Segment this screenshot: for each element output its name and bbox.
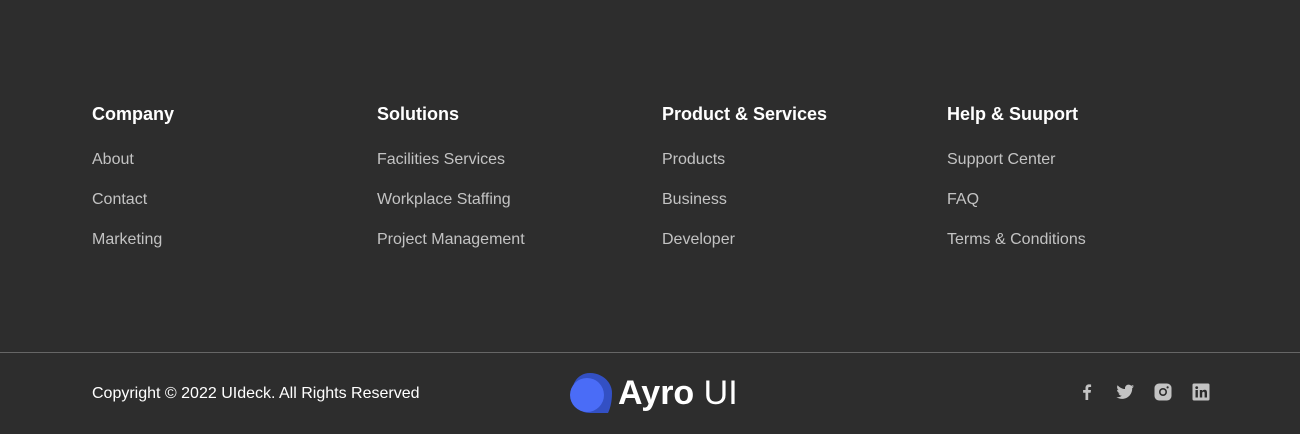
list-item: Project Management (377, 228, 637, 268)
link-terms-conditions[interactable]: Terms & Conditions (947, 231, 1086, 248)
list-item: Marketing (92, 228, 352, 268)
column-title: Solutions (377, 104, 459, 124)
twitter-link[interactable] (1114, 381, 1136, 403)
list-item: Contact (92, 188, 352, 228)
link-products[interactable]: Products (662, 151, 725, 168)
logo-word-light: UI (703, 374, 738, 412)
column-title: Product & Services (662, 104, 828, 124)
list-item: Support Center (947, 148, 1207, 188)
facebook-icon (1083, 384, 1092, 400)
list-item: FAQ (947, 188, 1207, 228)
link-business[interactable]: Business (662, 191, 727, 208)
footer-links-area: Company About Contact Marketing Solution… (0, 0, 1300, 352)
link-developer[interactable]: Developer (662, 231, 735, 248)
column-title: Help & Suuport (947, 104, 1078, 124)
column-title: Company (92, 104, 175, 124)
list-item: About (92, 148, 352, 188)
link-about[interactable]: About (92, 151, 134, 168)
instagram-link[interactable] (1152, 381, 1174, 403)
link-marketing[interactable]: Marketing (92, 231, 162, 248)
copyright-text: Copyright © 2022 UIdeck. All Rights Rese… (92, 385, 420, 402)
list-item: Terms & Conditions (947, 228, 1207, 268)
logo-wordmark: Ayro UI (618, 372, 738, 414)
social-links (1076, 381, 1212, 403)
footer-column-company: Company About Contact Marketing (92, 102, 352, 268)
column-link-list: Support Center FAQ Terms & Conditions (947, 148, 1207, 268)
list-item: Facilities Services (377, 148, 637, 188)
facebook-link[interactable] (1076, 381, 1098, 403)
linkedin-link[interactable] (1190, 381, 1212, 403)
twitter-icon (1116, 384, 1134, 399)
list-item: Developer (662, 228, 922, 268)
logo-word-strong: Ayro (618, 374, 695, 412)
footer-column-product-services: Product & Services Products Business Dev… (662, 102, 922, 268)
link-project-management[interactable]: Project Management (377, 231, 525, 248)
ayro-ui-logo[interactable]: Ayro UI (570, 372, 738, 414)
link-facilities-services[interactable]: Facilities Services (377, 151, 505, 168)
link-workplace-staffing[interactable]: Workplace Staffing (377, 191, 511, 208)
footer-bottom-bar: Copyright © 2022 UIdeck. All Rights Rese… (0, 353, 1300, 434)
footer-column-solutions: Solutions Facilities Services Workplace … (377, 102, 637, 268)
logo-mark-icon (570, 373, 612, 413)
link-support-center[interactable]: Support Center (947, 151, 1056, 168)
column-link-list: About Contact Marketing (92, 148, 352, 268)
linkedin-icon (1192, 383, 1210, 401)
column-link-list: Products Business Developer (662, 148, 922, 268)
column-link-list: Facilities Services Workplace Staffing P… (377, 148, 637, 268)
footer-column-help-support: Help & Suuport Support Center FAQ Terms … (947, 102, 1207, 268)
list-item: Business (662, 188, 922, 228)
link-faq[interactable]: FAQ (947, 191, 979, 208)
list-item: Products (662, 148, 922, 188)
instagram-icon (1154, 383, 1172, 401)
list-item: Workplace Staffing (377, 188, 637, 228)
link-contact[interactable]: Contact (92, 191, 147, 208)
